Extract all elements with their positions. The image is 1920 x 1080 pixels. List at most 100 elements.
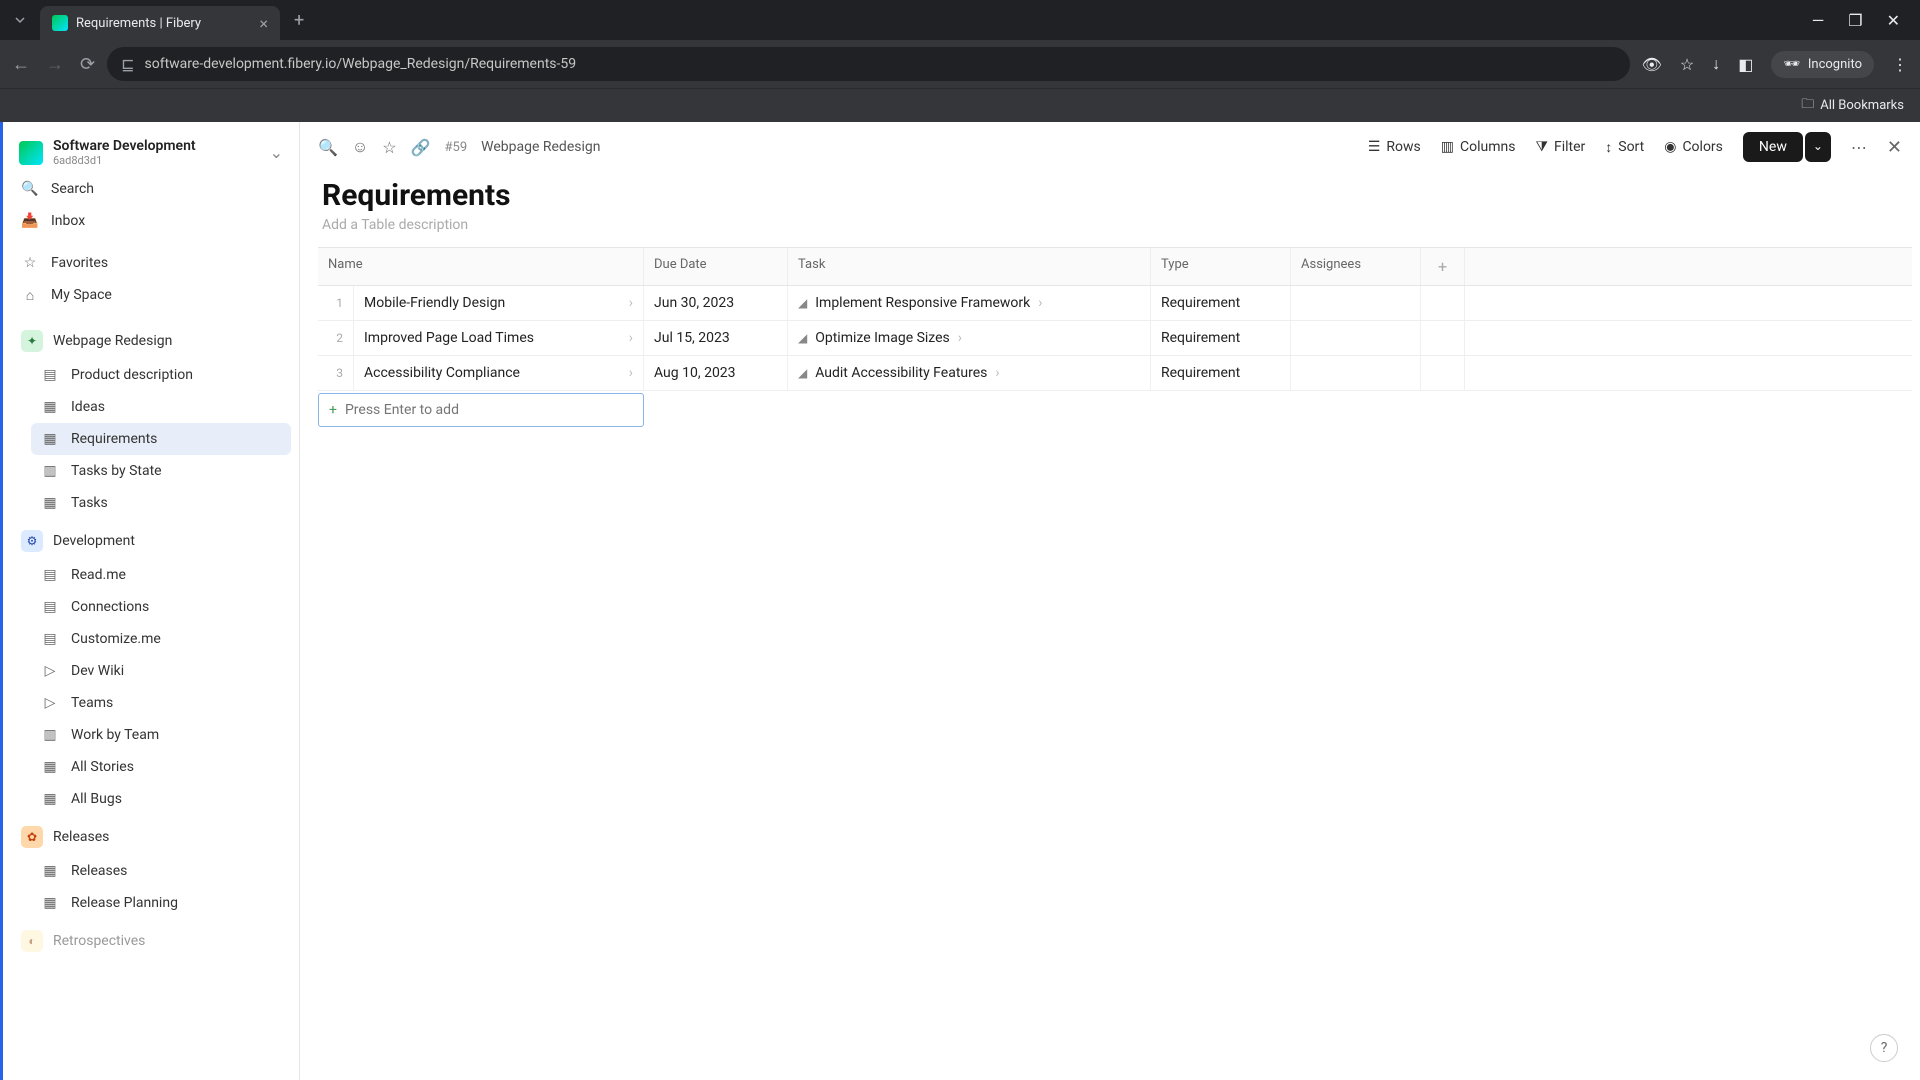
expand-icon[interactable]: ›	[629, 330, 633, 346]
eye-off-icon[interactable]: 👁	[1642, 55, 1662, 74]
cell-task[interactable]: ◢Optimize Image Sizes›	[788, 321, 1151, 355]
browser-tab[interactable]: Requirements | Fibery ×	[40, 6, 280, 40]
minimize-icon[interactable]: —	[1812, 11, 1825, 30]
link-icon[interactable]: 🔗	[411, 138, 431, 157]
filter-button[interactable]: ⧩Filter	[1535, 139, 1585, 155]
cell-assignees[interactable]	[1291, 356, 1421, 390]
columns-icon: ▥	[1441, 139, 1454, 155]
sidebar-item-tasks-by-state[interactable]: ▥Tasks by State	[31, 455, 291, 487]
sidebar-item-release-planning[interactable]: ▦Release Planning	[31, 887, 291, 919]
expand-icon[interactable]: ›	[629, 295, 633, 311]
sidebar-item-all-stories[interactable]: ▦All Stories	[31, 751, 291, 783]
cell-due-date[interactable]: Aug 10, 2023	[644, 356, 788, 390]
close-tab-icon[interactable]: ×	[259, 14, 268, 33]
sidebar-item-releases[interactable]: ▦Releases	[31, 855, 291, 887]
rows-button[interactable]: ☰Rows	[1368, 139, 1421, 155]
sidebar-item-teams[interactable]: ▷Teams	[31, 687, 291, 719]
all-bookmarks-button[interactable]: 🗀 All Bookmarks	[1801, 95, 1904, 117]
reload-button[interactable]: ⟳	[80, 54, 95, 75]
new-tab-button[interactable]: +	[280, 10, 318, 31]
more-icon[interactable]: ⋯	[1851, 138, 1867, 157]
expand-icon[interactable]: ›	[1038, 295, 1042, 311]
browser-menu-icon[interactable]: ⋮	[1892, 55, 1908, 74]
table-row[interactable]: 2 Improved Page Load Times› Jul 15, 2023…	[318, 321, 1912, 356]
back-button[interactable]: ←	[12, 54, 30, 75]
sidebar-section-retrospectives[interactable]: ◐ Retrospectives	[11, 923, 291, 959]
sidebar-search[interactable]: 🔍 Search	[11, 173, 291, 205]
page-title[interactable]: Requirements	[322, 178, 1898, 213]
sidebar-item-all-bugs[interactable]: ▦All Bugs	[31, 783, 291, 815]
sidebar-item-connections[interactable]: ▤Connections	[31, 591, 291, 623]
cell-due-date[interactable]: Jul 15, 2023	[644, 321, 788, 355]
sidebar-item-product-description[interactable]: ▤Product description	[31, 359, 291, 391]
column-header-due-date[interactable]: Due Date	[644, 248, 788, 285]
cell-assignees[interactable]	[1291, 321, 1421, 355]
cell-task[interactable]: ◢Implement Responsive Framework›	[788, 286, 1151, 320]
tab-search-dropdown[interactable]	[0, 0, 40, 40]
page-description-placeholder[interactable]: Add a Table description	[322, 217, 1898, 233]
close-panel-icon[interactable]: ✕	[1887, 137, 1902, 158]
breadcrumb-id: #59	[445, 140, 468, 155]
sort-button[interactable]: ↕Sort	[1605, 139, 1644, 156]
cell-blank	[1421, 286, 1465, 320]
expand-icon[interactable]: ›	[958, 330, 962, 346]
sidebar-item-dev-wiki[interactable]: ▷Dev Wiki	[31, 655, 291, 687]
downloads-icon[interactable]: ↓	[1712, 54, 1720, 74]
new-dropdown[interactable]: ⌄	[1805, 132, 1831, 162]
sidebar-inbox[interactable]: 📥 Inbox	[11, 205, 291, 237]
table-row[interactable]: 3 Accessibility Compliance› Aug 10, 2023…	[318, 356, 1912, 391]
expand-icon[interactable]: ›	[995, 365, 999, 381]
star-icon[interactable]: ☆	[382, 138, 396, 157]
sidebar-section-development[interactable]: ⚙ Development	[11, 523, 291, 559]
site-info-icon[interactable]: ⊑	[121, 55, 134, 74]
sidebar-my-space[interactable]: ⌂ My Space	[11, 279, 291, 311]
maximize-icon[interactable]: ❐	[1848, 11, 1862, 30]
workspace-switcher[interactable]: Software Development 6ad8d3d1 ⌄	[11, 132, 291, 173]
incognito-badge[interactable]: 🕶 Incognito	[1771, 51, 1874, 78]
search-icon[interactable]: 🔍	[318, 138, 338, 157]
cell-type[interactable]: Requirement	[1151, 286, 1291, 320]
board-icon: ▥	[41, 462, 59, 480]
cell-assignees[interactable]	[1291, 286, 1421, 320]
breadcrumb-title[interactable]: Webpage Redesign	[481, 139, 600, 155]
table-row[interactable]: 1 Mobile-Friendly Design› Jun 30, 2023 ◢…	[318, 286, 1912, 321]
emoji-icon[interactable]: ☺	[352, 137, 368, 157]
section-label: Webpage Redesign	[53, 333, 172, 349]
sidebar-item-requirements[interactable]: ▦Requirements	[31, 423, 291, 455]
sidebar-item-customize[interactable]: ▤Customize.me	[31, 623, 291, 655]
expand-icon[interactable]: ›	[629, 365, 633, 381]
columns-button[interactable]: ▥Columns	[1441, 139, 1516, 155]
cell-task[interactable]: ◢Audit Accessibility Features›	[788, 356, 1151, 390]
column-header-assignees[interactable]: Assignees	[1291, 248, 1421, 285]
address-bar[interactable]: ⊑ software-development.fibery.io/Webpage…	[107, 47, 1629, 81]
side-panel-icon[interactable]: ◧	[1738, 55, 1753, 74]
chevron-down-icon: ⌄	[270, 143, 283, 162]
sidebar-item-tasks[interactable]: ▦Tasks	[31, 487, 291, 519]
sidebar-item-ideas[interactable]: ▦Ideas	[31, 391, 291, 423]
sidebar-item-readme[interactable]: ▤Read.me	[31, 559, 291, 591]
cell-due-date[interactable]: Jun 30, 2023	[644, 286, 788, 320]
cell-name[interactable]: Mobile-Friendly Design›	[354, 286, 644, 320]
sidebar-item-work-by-team[interactable]: ▥Work by Team	[31, 719, 291, 751]
new-button[interactable]: New	[1743, 132, 1803, 162]
column-header-task[interactable]: Task	[788, 248, 1151, 285]
cell-type[interactable]: Requirement	[1151, 356, 1291, 390]
cell-name[interactable]: Improved Page Load Times›	[354, 321, 644, 355]
colors-button[interactable]: ◉Colors	[1664, 139, 1723, 155]
cell-type[interactable]: Requirement	[1151, 321, 1291, 355]
cell-name[interactable]: Accessibility Compliance›	[354, 356, 644, 390]
sidebar-item-label: Tasks	[71, 495, 108, 511]
sidebar-favorites[interactable]: ☆ Favorites	[11, 247, 291, 279]
bookmark-star-icon[interactable]: ☆	[1680, 55, 1694, 74]
add-row-field[interactable]	[345, 402, 633, 418]
sidebar-section-webpage-redesign[interactable]: ✦ Webpage Redesign	[11, 323, 291, 359]
column-header-name[interactable]: Name	[318, 248, 644, 285]
sidebar-section-releases[interactable]: ✿ Releases	[11, 819, 291, 855]
add-row-input[interactable]: +	[318, 393, 644, 427]
add-column-button[interactable]: +	[1421, 248, 1465, 285]
help-button[interactable]: ?	[1870, 1034, 1898, 1062]
star-icon: ☆	[21, 254, 39, 272]
forward-button[interactable]: →	[46, 54, 64, 75]
close-window-icon[interactable]: ✕	[1887, 11, 1900, 30]
column-header-type[interactable]: Type	[1151, 248, 1291, 285]
